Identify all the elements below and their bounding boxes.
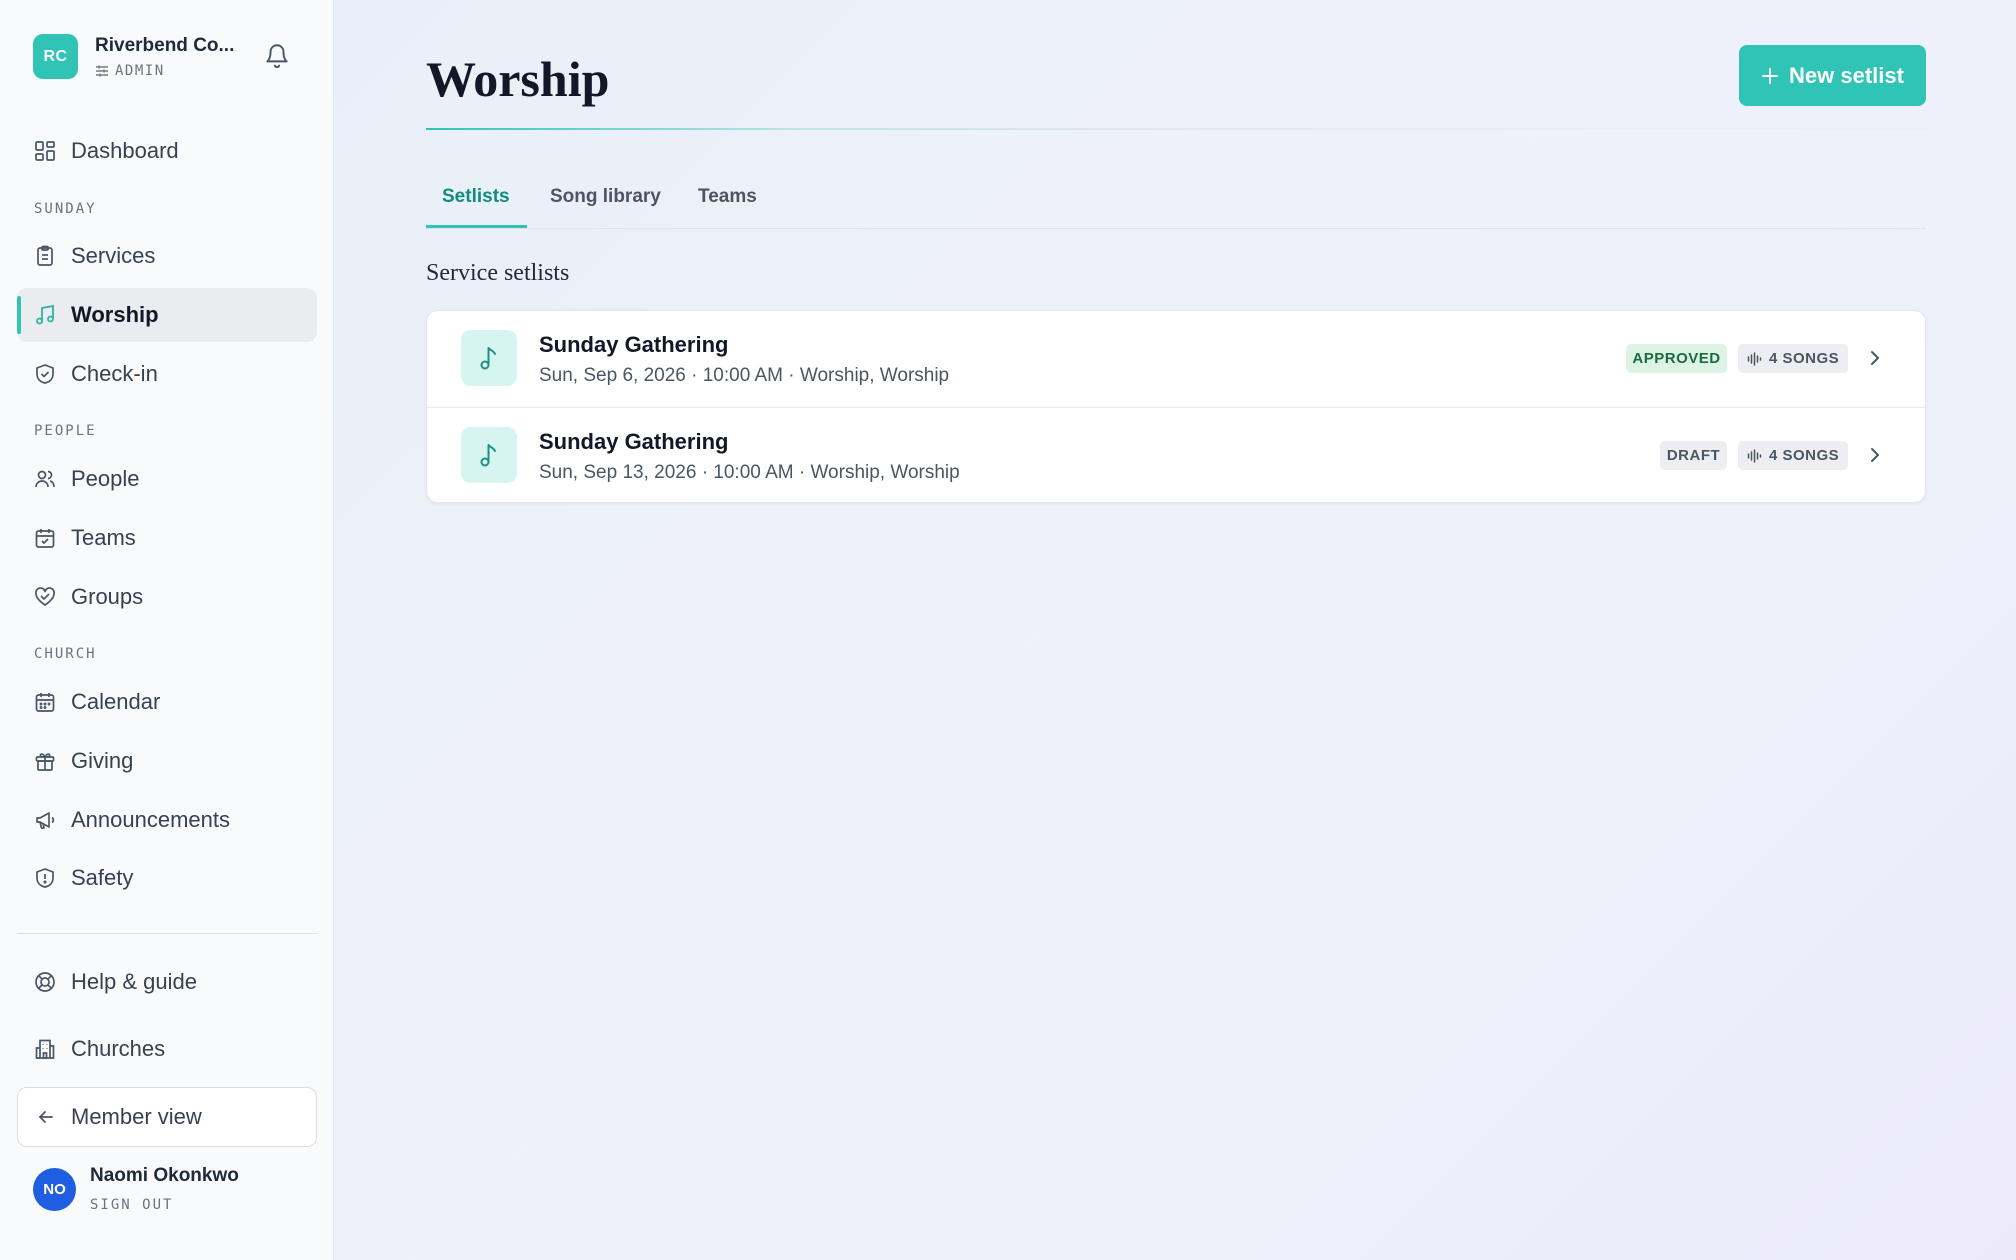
status-badge: DRAFT bbox=[1660, 441, 1727, 470]
org-role: ADMIN bbox=[115, 62, 165, 79]
music-note-icon bbox=[36, 304, 54, 325]
nav-section-church: CHURCH bbox=[34, 646, 97, 662]
users-icon bbox=[35, 470, 55, 488]
main-content: Worship New setlist Setlists Song librar… bbox=[334, 0, 2016, 1260]
music-note-icon bbox=[480, 444, 496, 467]
tab-setlists[interactable]: Setlists bbox=[442, 186, 510, 208]
sliders-icon bbox=[96, 65, 108, 76]
setlist-title: Sunday Gathering bbox=[539, 332, 729, 357]
sidebar-item-label: Teams bbox=[71, 525, 136, 550]
sidebar-item-label: Calendar bbox=[71, 689, 161, 714]
sidebar-item-giving[interactable]: Giving bbox=[17, 734, 317, 788]
nav-section-people: PEOPLE bbox=[34, 423, 97, 439]
sign-out-button[interactable]: SIGN OUT bbox=[90, 1197, 239, 1213]
song-count: 4 SONGS bbox=[1769, 350, 1840, 367]
arrow-left-icon bbox=[39, 1111, 53, 1123]
shield-check-icon bbox=[36, 364, 54, 384]
nav-section-sunday: SUNDAY bbox=[34, 201, 97, 217]
sidebar-item-label: Worship bbox=[71, 302, 159, 327]
user-name: Naomi Okonkwo bbox=[90, 1165, 239, 1186]
tab-teams[interactable]: Teams bbox=[698, 186, 757, 208]
sidebar-item-label: Services bbox=[71, 243, 156, 268]
setlist-details: Sun, Sep 6, 2026 · 10:00 AM · Worship, W… bbox=[539, 365, 950, 386]
song-count-badge: 4 SONGS bbox=[1738, 441, 1849, 470]
member-view-button[interactable]: Member view bbox=[17, 1087, 317, 1147]
status-badge: APPROVED bbox=[1626, 344, 1727, 373]
building-icon bbox=[35, 1039, 55, 1059]
sidebar-item-label: People bbox=[71, 466, 140, 491]
section-title: Service setlists bbox=[426, 260, 570, 286]
setlist-details: Sun, Sep 13, 2026 · 10:00 AM · Worship, … bbox=[539, 462, 960, 483]
sidebar-item-label: Check-in bbox=[71, 361, 158, 386]
sidebar-item-label: Groups bbox=[71, 584, 144, 609]
member-view-label: Member view bbox=[71, 1104, 202, 1129]
music-note-icon bbox=[480, 347, 496, 370]
sidebar-item-label: Churches bbox=[71, 1036, 166, 1061]
notifications-button[interactable] bbox=[264, 42, 290, 70]
active-tab-indicator bbox=[426, 225, 527, 228]
gift-icon bbox=[35, 753, 55, 771]
sidebar-item-label: Giving bbox=[71, 748, 134, 773]
user-profile: NO Naomi Okonkwo SIGN OUT bbox=[33, 1165, 239, 1213]
sidebar-item-people[interactable]: People bbox=[17, 452, 317, 506]
title-divider bbox=[426, 128, 1926, 130]
calendar-check-icon bbox=[35, 529, 55, 548]
shield-alert-icon bbox=[36, 868, 54, 888]
sidebar-item-label: Announcements bbox=[71, 807, 230, 832]
bell-icon bbox=[266, 44, 288, 68]
song-count-badge: 4 SONGS bbox=[1738, 344, 1849, 373]
sidebar-item-teams[interactable]: Teams bbox=[17, 511, 317, 565]
org-name: Riverbend Co... bbox=[95, 34, 235, 56]
plus-icon bbox=[1762, 67, 1779, 84]
avatar: NO bbox=[33, 1167, 76, 1211]
clipboard-icon bbox=[37, 245, 53, 266]
sidebar: RC Riverbend Co... ADMIN Dashboard SUNDA… bbox=[0, 0, 334, 1260]
sidebar-item-groups[interactable]: Groups bbox=[17, 570, 317, 624]
new-setlist-button[interactable]: New setlist bbox=[1739, 45, 1926, 106]
sidebar-item-dashboard[interactable]: Dashboard bbox=[17, 124, 317, 178]
sidebar-item-check-in[interactable]: Check-in bbox=[17, 347, 317, 401]
setlist-row[interactable]: Sunday Gathering Sun, Sep 6, 2026 · 10:0… bbox=[427, 311, 1925, 407]
chevron-right-icon bbox=[1871, 448, 1879, 462]
page-title: Worship bbox=[426, 51, 610, 107]
sidebar-item-label: Safety bbox=[71, 865, 134, 890]
chevron-right-icon bbox=[1871, 351, 1879, 365]
life-buoy-icon bbox=[35, 972, 55, 992]
sidebar-item-help[interactable]: Help & guide bbox=[17, 955, 317, 1009]
megaphone-icon bbox=[36, 812, 55, 829]
sidebar-item-services[interactable]: Services bbox=[17, 229, 317, 283]
audio-wave-icon bbox=[1747, 351, 1762, 366]
calendar-icon bbox=[35, 693, 55, 712]
song-count: 4 SONGS bbox=[1769, 447, 1840, 464]
dashboard-icon bbox=[35, 141, 55, 161]
sidebar-item-churches[interactable]: Churches bbox=[17, 1022, 317, 1076]
sidebar-item-label: Help & guide bbox=[71, 969, 197, 994]
org-avatar: RC bbox=[33, 34, 78, 79]
sidebar-item-label: Dashboard bbox=[71, 138, 179, 163]
setlist-title: Sunday Gathering bbox=[539, 429, 729, 454]
org-switcher[interactable]: RC Riverbend Co... ADMIN bbox=[33, 34, 234, 79]
sidebar-item-calendar[interactable]: Calendar bbox=[17, 675, 317, 729]
setlist-row[interactable]: Sunday Gathering Sun, Sep 13, 2026 · 10:… bbox=[427, 407, 1925, 504]
audio-wave-icon bbox=[1747, 448, 1762, 463]
sidebar-divider bbox=[17, 933, 317, 934]
new-setlist-label: New setlist bbox=[1789, 62, 1904, 88]
heart-handshake-icon bbox=[35, 587, 55, 606]
sidebar-item-worship[interactable]: Worship bbox=[17, 288, 317, 342]
sidebar-item-announcements[interactable]: Announcements bbox=[17, 793, 317, 847]
setlist-list: Sunday Gathering Sun, Sep 6, 2026 · 10:0… bbox=[426, 310, 1926, 503]
tab-song-library[interactable]: Song library bbox=[550, 186, 661, 208]
sidebar-item-safety[interactable]: Safety bbox=[17, 851, 317, 905]
tab-bar: Setlists Song library Teams bbox=[426, 180, 1926, 229]
